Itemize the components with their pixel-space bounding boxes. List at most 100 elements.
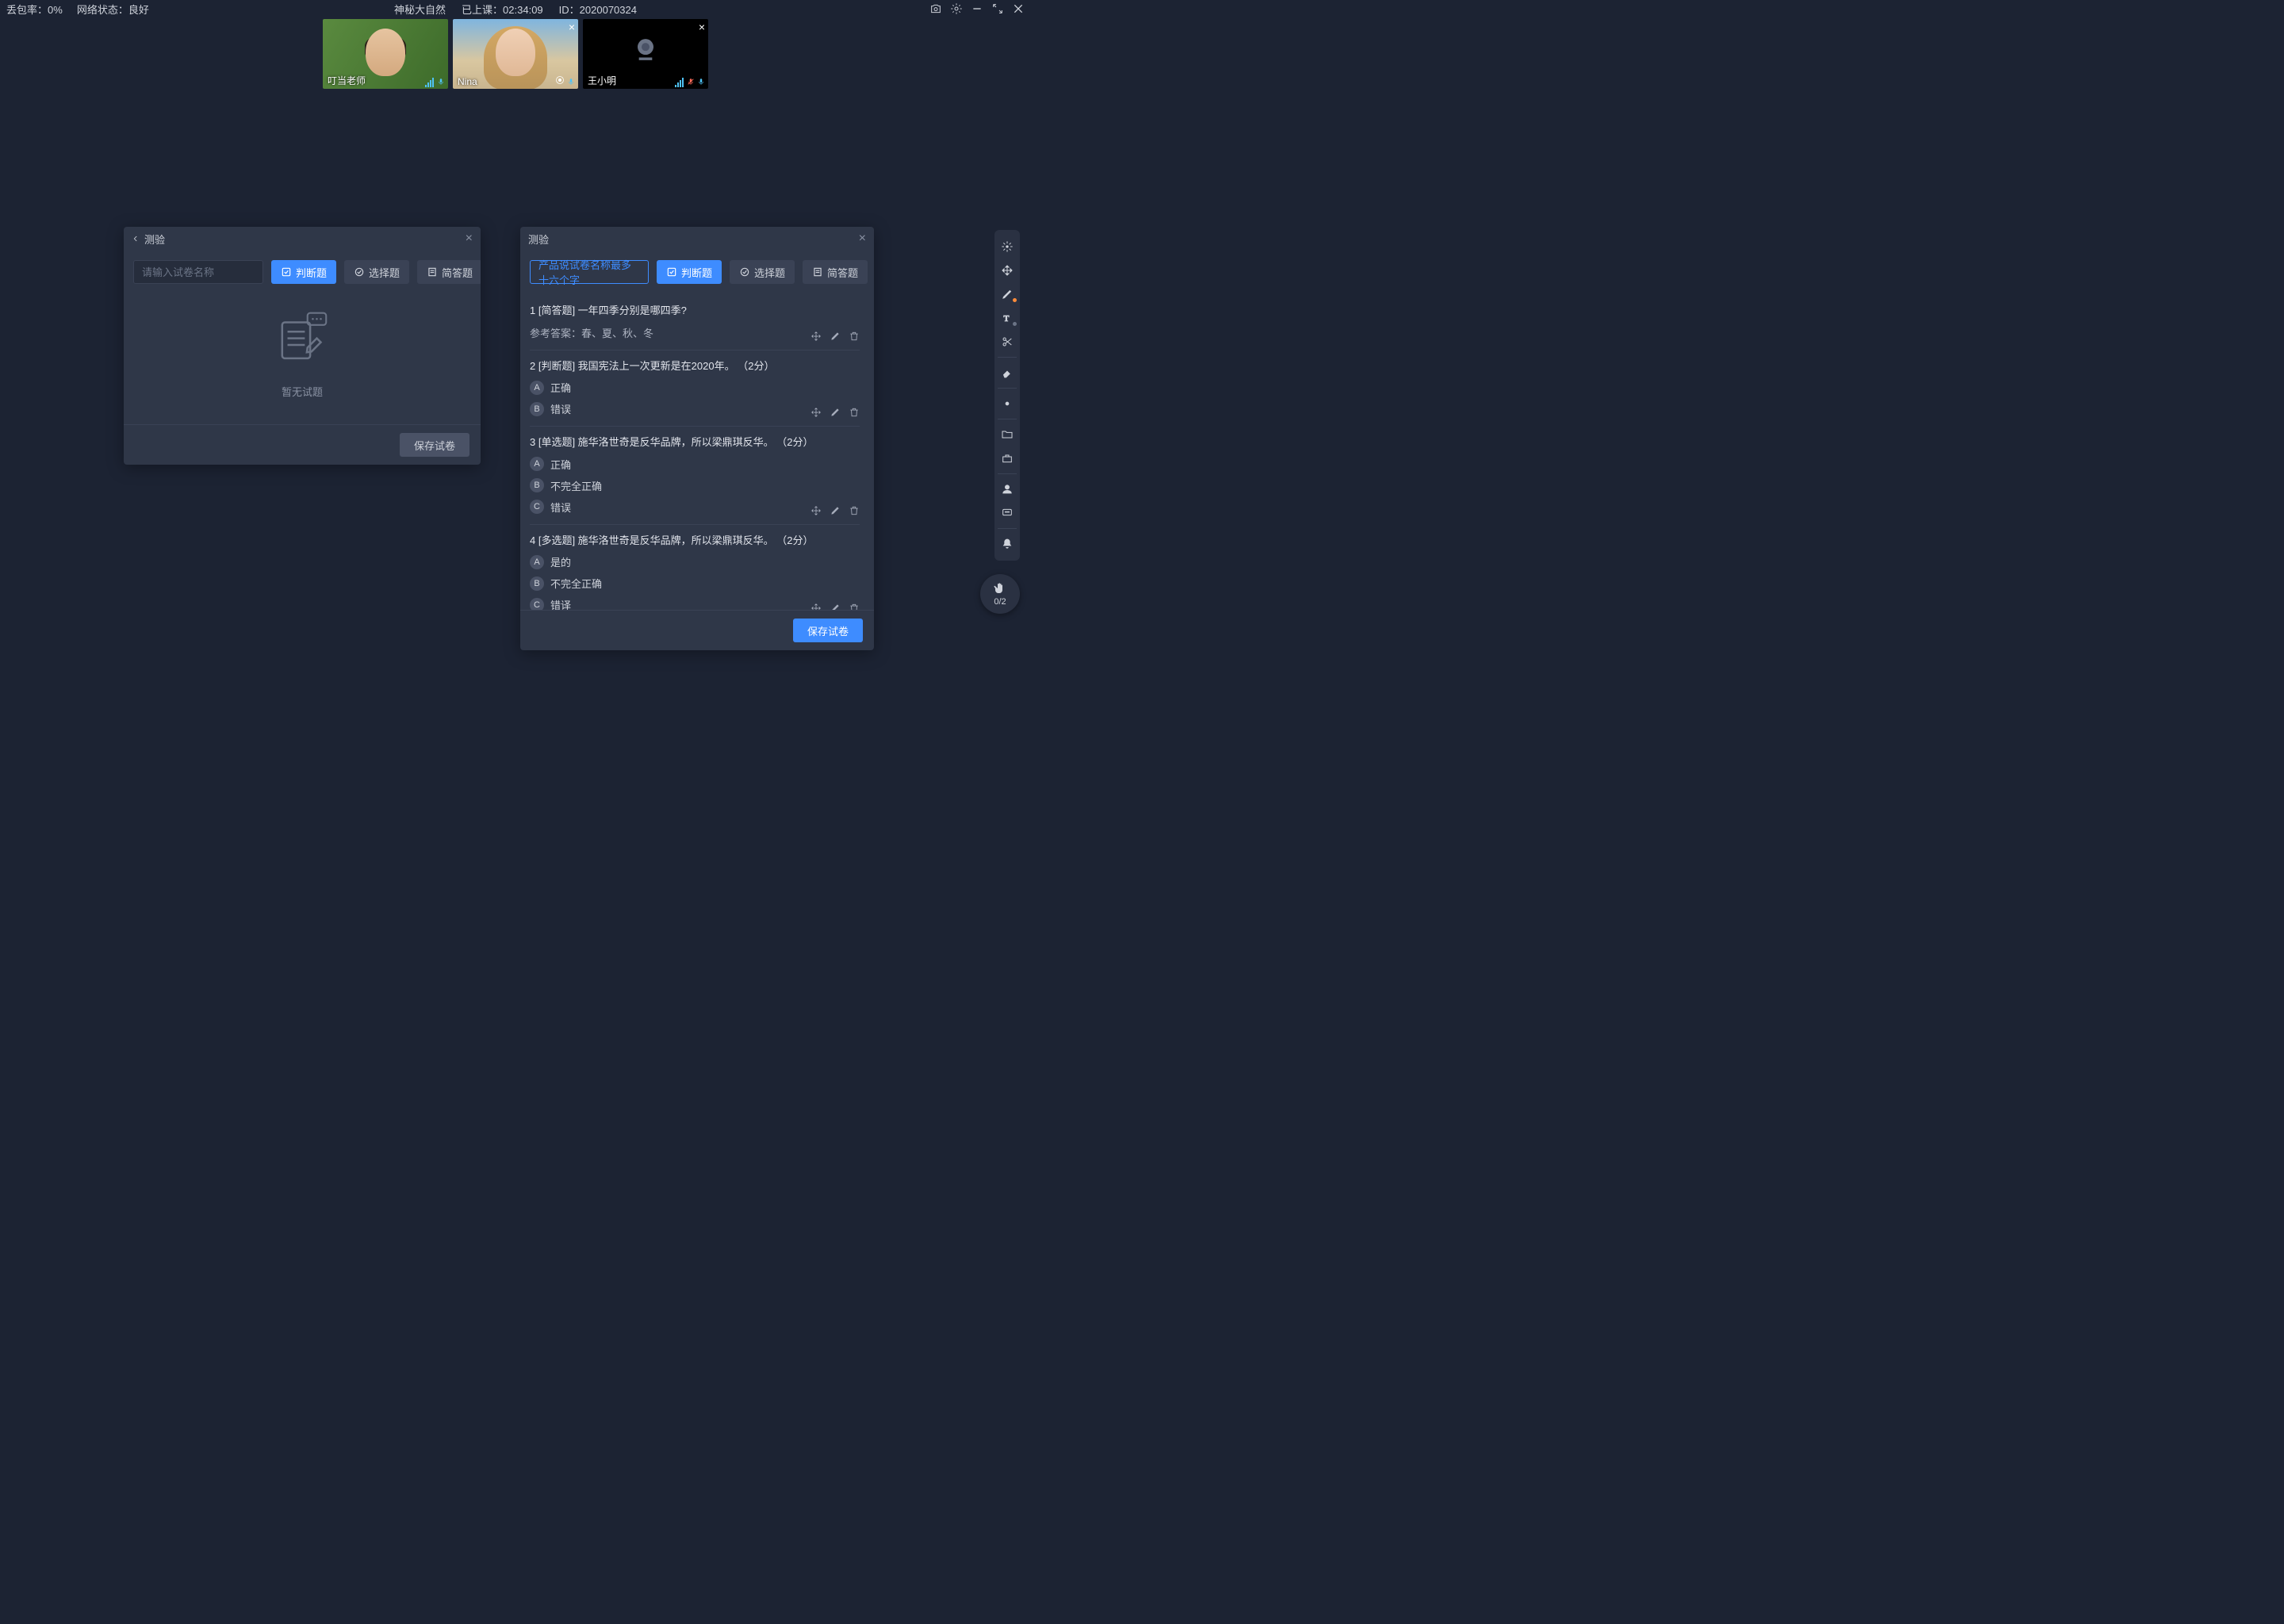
pen-tool-icon[interactable] <box>994 282 1020 306</box>
panel-title: 测验 <box>144 232 165 247</box>
move-icon[interactable] <box>811 603 822 610</box>
move-icon[interactable] <box>811 407 822 418</box>
edit-icon[interactable] <box>830 505 841 516</box>
video-name: Nina <box>458 76 477 87</box>
option-text: 错误 <box>550 401 571 416</box>
mic-icon <box>437 76 445 87</box>
type-judge-button[interactable]: 判断题 <box>271 260 336 284</box>
close-icon[interactable]: × <box>569 21 575 33</box>
hand-icon <box>993 581 1007 596</box>
close-icon[interactable]: × <box>466 232 473 246</box>
cursor-tool-icon[interactable] <box>994 235 1020 259</box>
camera-off-icon <box>630 33 661 67</box>
question-title: 1 [简答题] 一年四季分别是哪四季? <box>530 303 860 319</box>
move-tool-icon[interactable] <box>994 259 1020 282</box>
quiz-name-input[interactable] <box>133 260 263 284</box>
edit-icon[interactable] <box>830 407 841 418</box>
camera-switch-icon[interactable] <box>929 2 942 15</box>
empty-text: 暂无试题 <box>282 384 323 399</box>
type-choice-button[interactable]: 选择题 <box>344 260 409 284</box>
option-text: 是的 <box>550 554 571 569</box>
video-name: 王小明 <box>588 74 616 87</box>
quiz-panel-filled: 测验 × 产品说试卷名称最多十六个字 判断题 选择题 简答题 1 [简答题] 一… <box>520 227 874 650</box>
type-choice-button[interactable]: 选择题 <box>730 260 795 284</box>
minimize-icon[interactable] <box>971 2 983 15</box>
option-letter: A <box>530 381 544 395</box>
user-icon[interactable] <box>994 477 1020 501</box>
tools-toolbar: T <box>994 230 1020 561</box>
record-icon <box>555 75 565 87</box>
option-letter: C <box>530 598 544 611</box>
question-title: 4 [多选题] 施华洛世奇是反华品牌，所以梁鼎琪反华。 （2分） <box>530 533 860 549</box>
delete-icon[interactable] <box>849 407 860 418</box>
eraser-tool-icon[interactable] <box>994 361 1020 385</box>
quiz-panel-empty: 测验 × 判断题 选择题 简答题 暂无试题 保存试卷 <box>124 227 481 465</box>
save-button[interactable]: 保存试卷 <box>400 433 469 457</box>
question-option[interactable]: A 是的 <box>530 554 860 569</box>
raised-hand-badge[interactable]: 0/2 <box>980 574 1020 614</box>
empty-state: 暂无试题 <box>133 308 471 399</box>
mic-icon <box>697 76 705 87</box>
option-letter: A <box>530 457 544 471</box>
maximize-icon[interactable] <box>991 2 1004 15</box>
folder-icon[interactable] <box>994 423 1020 446</box>
question-item: 1 [简答题] 一年四季分别是哪四季?参考答案：春、夏、秋、冬 <box>530 295 860 350</box>
option-text: 不完全正确 <box>550 478 602 493</box>
option-letter: B <box>530 478 544 492</box>
save-button[interactable]: 保存试卷 <box>793 619 863 642</box>
close-window-icon[interactable] <box>1012 2 1025 15</box>
signal-icon <box>425 78 435 87</box>
mic-icon <box>567 76 575 87</box>
back-icon[interactable] <box>132 233 140 245</box>
delete-icon[interactable] <box>849 331 860 342</box>
question-item: 2 [判断题] 我国宪法上一次更新是在2020年。 （2分） A 正确 B 错误 <box>530 350 860 427</box>
video-tile-student[interactable]: × 王小明 <box>583 19 708 89</box>
edit-icon[interactable] <box>830 603 841 610</box>
question-option[interactable]: A 正确 <box>530 457 860 472</box>
chat-icon[interactable] <box>994 501 1020 525</box>
session-id: ID：2020070324 <box>559 2 637 17</box>
bell-icon[interactable] <box>994 532 1020 556</box>
video-name: 叮当老师 <box>328 74 366 87</box>
empty-illustration-icon <box>269 308 335 374</box>
type-judge-button[interactable]: 判断题 <box>657 260 722 284</box>
option-text: 错误 <box>550 500 571 515</box>
toolbox-icon[interactable] <box>994 446 1020 470</box>
hand-count: 0/2 <box>994 597 1006 607</box>
option-text: 正确 <box>550 380 571 395</box>
brightness-icon[interactable] <box>994 392 1020 416</box>
question-title: 3 [单选题] 施华洛世奇是反华品牌，所以梁鼎琪反华。 （2分） <box>530 435 860 450</box>
close-icon[interactable]: × <box>859 232 866 246</box>
edit-icon[interactable] <box>830 331 841 342</box>
option-letter: B <box>530 576 544 591</box>
option-text: 不完全正确 <box>550 576 602 591</box>
option-letter: B <box>530 402 544 416</box>
delete-icon[interactable] <box>849 603 860 610</box>
video-tile-teacher[interactable]: 叮当老师 <box>323 19 448 89</box>
topbar: 丢包率：0% 网络状态：良好 神秘大自然 已上课：02:34:09 ID：202… <box>0 0 1031 17</box>
svg-text:T: T <box>1003 315 1009 324</box>
question-option[interactable]: B 不完全正确 <box>530 478 860 493</box>
question-option[interactable]: A 正确 <box>530 380 860 395</box>
settings-icon[interactable] <box>950 2 963 15</box>
option-text: 错译 <box>550 597 571 610</box>
question-item: 4 [多选题] 施华洛世奇是反华品牌，所以梁鼎琪反华。 （2分） A 是的 B 不完全正… <box>530 525 860 611</box>
close-icon[interactable]: × <box>699 21 705 33</box>
video-tile-student[interactable]: × Nina <box>453 19 578 89</box>
question-option[interactable]: B 不完全正确 <box>530 576 860 591</box>
network-status: 网络状态：良好 <box>77 2 149 17</box>
option-text: 正确 <box>550 457 571 472</box>
mic-muted-icon <box>687 76 695 87</box>
delete-icon[interactable] <box>849 505 860 516</box>
type-short-button[interactable]: 简答题 <box>803 260 868 284</box>
type-short-button[interactable]: 简答题 <box>417 260 481 284</box>
option-letter: A <box>530 555 544 569</box>
scissors-icon[interactable] <box>994 330 1020 354</box>
panel-title: 测验 <box>528 232 549 247</box>
move-icon[interactable] <box>811 331 822 342</box>
text-tool-icon[interactable]: T <box>994 306 1020 330</box>
move-icon[interactable] <box>811 505 822 516</box>
video-strip: 叮当老师 × Nina × 王小明 <box>323 19 708 89</box>
quiz-name-input[interactable]: 产品说试卷名称最多十六个字 <box>530 260 649 284</box>
question-title: 2 [判断题] 我国宪法上一次更新是在2020年。 （2分） <box>530 358 860 374</box>
